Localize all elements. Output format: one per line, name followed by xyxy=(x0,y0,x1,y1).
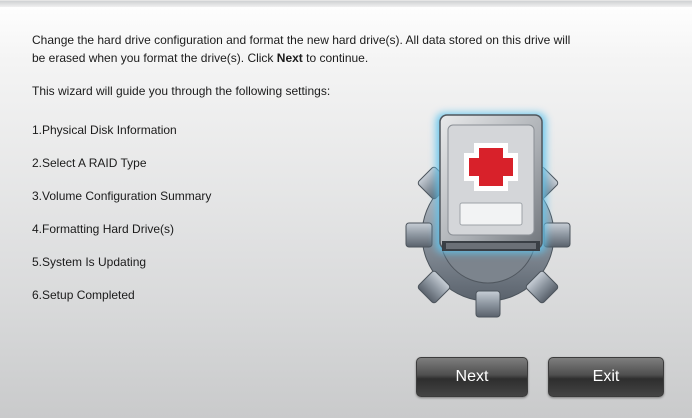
hard-drive-gear-medical-cross-icon xyxy=(396,95,586,325)
step-item: 4.Formatting Hard Drive(s) xyxy=(32,222,175,236)
step-item: 3.Volume Configuration Summary xyxy=(32,189,212,203)
step-item: 5.System Is Updating xyxy=(32,255,147,269)
intro-line2-start: be erased when you format the drive(s). … xyxy=(32,51,277,65)
wizard-dialog: Change the hard drive configuration and … xyxy=(0,0,692,418)
exit-button[interactable]: Exit xyxy=(548,357,664,397)
guide-text: This wizard will guide you through the f… xyxy=(32,84,331,98)
step-item: 6.Setup Completed xyxy=(32,288,135,302)
intro-next-word: Next xyxy=(276,51,303,65)
step-item: 1.Physical Disk Information xyxy=(32,123,177,137)
top-strip xyxy=(0,1,692,7)
step-item: 2.Select A RAID Type xyxy=(32,156,147,170)
intro-line2-end: to continue. xyxy=(302,51,369,65)
next-button[interactable]: Next xyxy=(416,357,528,397)
intro-text: Change the hard drive configuration and … xyxy=(32,31,632,67)
intro-line1: Change the hard drive configuration and … xyxy=(32,33,571,47)
